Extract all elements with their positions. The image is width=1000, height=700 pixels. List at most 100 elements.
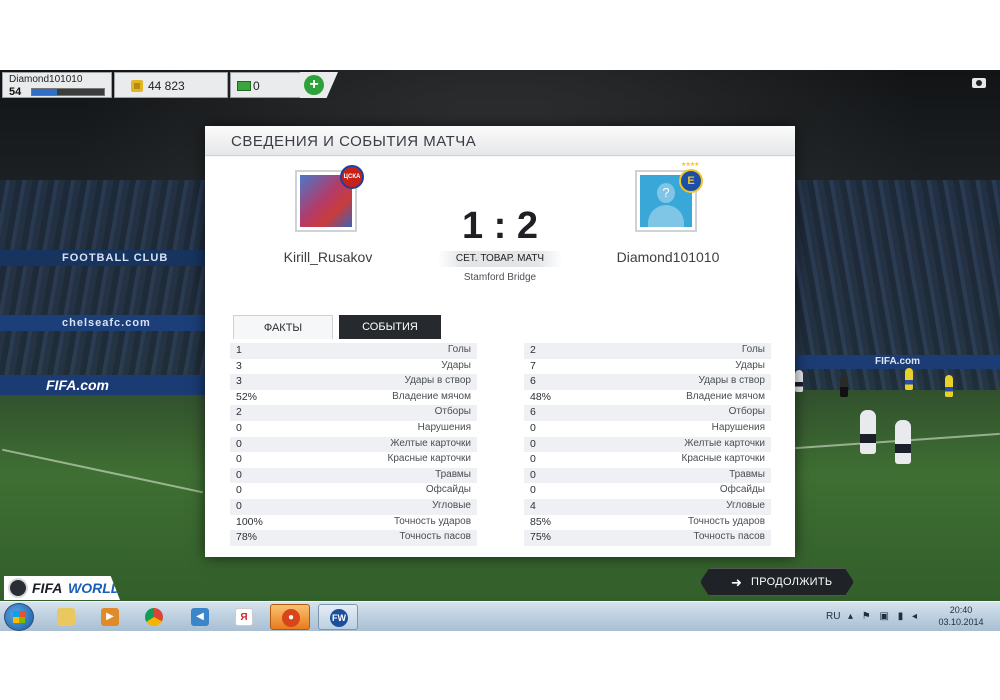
match-type: СЕТ. ТОВАР. МАТЧ <box>455 253 545 264</box>
tab-facts[interactable]: ФАКТЫ <box>233 315 333 339</box>
silhouette-body <box>648 205 684 227</box>
logo-world-text: WORLD <box>68 580 121 596</box>
continue-button[interactable]: ➜ ПРОДОЛЖИТЬ <box>700 568 854 596</box>
windows-taskbar: ▶ ◀ Я ● FW RU ▴ ⚑ ▣ ▮ ◂ 20:40 03.10.2014 <box>0 601 1000 631</box>
continue-label: ПРОДОЛЖИТЬ <box>751 576 833 588</box>
clock-date[interactable]: 03.10.2014 <box>936 617 986 627</box>
stat-value: 1 <box>236 344 242 356</box>
xp-progress-fill <box>32 89 58 95</box>
home-stats-column: 1 Голы 3 Удары 3 Удары в створ 52% Владение мяч… <box>230 343 477 546</box>
stat-row: 52% Владение мячом <box>230 390 477 406</box>
home-club-badge: ЦСКА <box>340 165 364 189</box>
stat-row: 6 Отборы <box>524 405 771 421</box>
stat-value: 78% <box>236 531 258 544</box>
tab-events[interactable]: СОБЫТИЯ <box>339 315 441 339</box>
stat-label: Нарушения <box>417 421 471 433</box>
stadium-banner-chelsea: chelseafc.com <box>0 315 205 331</box>
stat-value: 0 <box>530 468 536 481</box>
stat-row: 0 Травмы <box>230 467 477 484</box>
player-figure <box>795 370 803 392</box>
stat-row: 2 Голы <box>524 343 771 359</box>
system-tray-icons[interactable]: ▴ ⚑ ▣ ▮ ◂ <box>848 611 920 622</box>
user-info-box[interactable]: Diamond101010 54 <box>2 72 112 98</box>
stat-label: Красные карточки <box>681 453 765 465</box>
top-hud: Diamond101010 54 44 823 0 + <box>0 70 1000 100</box>
taskbar-yandex[interactable]: Я <box>224 604 264 630</box>
stat-label: Офсайды <box>719 484 765 496</box>
points-box[interactable]: 0 <box>230 72 310 98</box>
stat-value: 48% <box>530 390 552 403</box>
taskbar-explorer[interactable] <box>46 604 86 630</box>
xp-progress-bar <box>31 88 105 96</box>
volume-app-icon: ◀ <box>191 608 209 626</box>
stat-label: Удары <box>441 359 471 371</box>
explorer-icon <box>57 608 75 626</box>
stat-value: 0 <box>236 468 242 481</box>
taskbar-volume-app[interactable]: ◀ <box>180 604 220 630</box>
start-button[interactable] <box>4 603 34 631</box>
stat-row: 0 Офсайды <box>524 483 771 499</box>
clock-time[interactable]: 20:40 <box>936 605 986 615</box>
match-details-panel: СВЕДЕНИЯ И СОБЫТИЯ МАТЧА ЦСКА Kirill_Rus… <box>205 126 795 557</box>
language-indicator[interactable]: RU <box>826 611 840 622</box>
media-player-icon: ▶ <box>101 608 119 626</box>
stat-label: Офсайды <box>425 484 471 496</box>
stat-row: 75% Точность пасов <box>524 530 771 546</box>
stat-value: 6 <box>530 375 536 388</box>
stat-row: 0 Красные карточки <box>524 452 771 468</box>
coins-box[interactable]: 44 823 <box>114 72 228 98</box>
match-score: 1 : 2 <box>461 205 539 247</box>
stadium-name: Stamford Bridge <box>463 272 537 283</box>
stat-label: Точность пасов <box>693 531 766 543</box>
stat-value: 52% <box>236 390 258 403</box>
music-player-icon: ● <box>282 609 300 627</box>
pitch-line <box>2 448 203 494</box>
panel-header: СВЕДЕНИЯ И СОБЫТИЯ МАТЧА <box>205 126 795 156</box>
add-points-button[interactable]: + <box>300 72 338 98</box>
taskbar-music-player[interactable]: ● <box>270 604 310 630</box>
stat-value: 3 <box>236 375 242 388</box>
stat-value: 0 <box>530 453 536 466</box>
logo-fifa-text: FIFA <box>32 580 63 596</box>
stat-row: 7 Удары <box>524 359 771 375</box>
stat-label: Красные карточки <box>387 453 471 465</box>
club-stars-icon: ★★★★ <box>681 162 699 168</box>
stat-label: Голы <box>741 344 765 355</box>
stat-label: Удары <box>735 359 765 371</box>
stat-label: Угловые <box>726 499 765 511</box>
stat-label: Удары в створ <box>698 375 766 387</box>
stat-row: 0 Красные карточки <box>230 452 477 468</box>
stat-value: 0 <box>236 453 242 466</box>
stat-value: 3 <box>236 359 242 372</box>
stat-value: 100% <box>236 515 263 528</box>
player-figure <box>905 368 913 390</box>
stadium-stand-left <box>0 180 205 390</box>
stat-value: 6 <box>530 406 536 419</box>
stat-row: 0 Нарушения <box>230 421 477 437</box>
stat-row: 0 Нарушения <box>524 421 771 437</box>
stat-value: 0 <box>236 421 242 434</box>
taskbar-fifa-world[interactable]: FW <box>318 604 358 630</box>
stat-row: 100% Точность ударов <box>230 515 477 531</box>
away-player-name: Diamond101010 <box>616 249 720 265</box>
camera-icon[interactable] <box>972 78 986 88</box>
player-figure <box>895 420 911 464</box>
referee-figure <box>840 375 848 397</box>
stat-row: 48% Владение мячом <box>524 390 771 406</box>
coins-icon <box>131 80 143 92</box>
stat-value: 75% <box>530 531 552 544</box>
stadium-banner-fifa-right: FIFA.com <box>795 355 1000 369</box>
points-value: 0 <box>253 79 260 93</box>
stat-value: 0 <box>236 484 242 497</box>
taskbar-media-player[interactable]: ▶ <box>90 604 130 630</box>
stat-row: 0 Травмы <box>524 467 771 484</box>
taskbar-chrome[interactable] <box>134 604 174 630</box>
stat-label: Точность пасов <box>399 531 472 543</box>
stat-value: 0 <box>530 437 536 450</box>
stat-row: 3 Удары в створ <box>230 374 477 390</box>
stat-row: 85% Точность ударов <box>524 515 771 531</box>
stat-value: 7 <box>530 359 536 372</box>
stadium-banner-fifa: FIFA.com <box>0 375 205 395</box>
stat-row: 1 Голы <box>230 343 477 359</box>
stat-label: Желтые карточки <box>684 437 765 449</box>
